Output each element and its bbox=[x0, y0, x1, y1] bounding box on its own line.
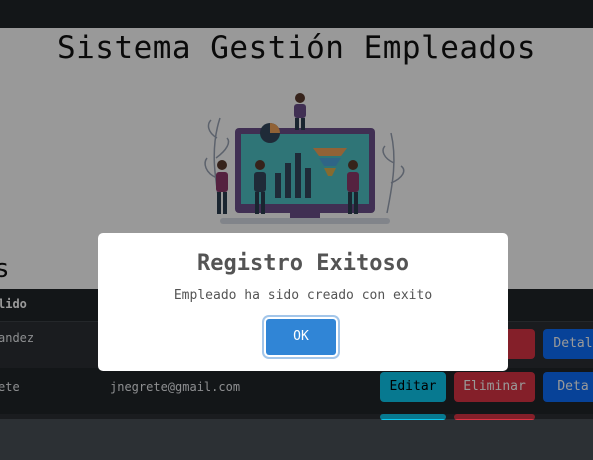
dialog-message: Empleado ha sido creado con exito bbox=[173, 288, 433, 303]
success-dialog: Registro Exitoso Empleado ha sido creado… bbox=[98, 233, 508, 371]
table-row bbox=[0, 414, 593, 460]
dialog-title: Registro Exitoso bbox=[197, 251, 409, 276]
ok-button[interactable]: OK bbox=[266, 319, 336, 355]
